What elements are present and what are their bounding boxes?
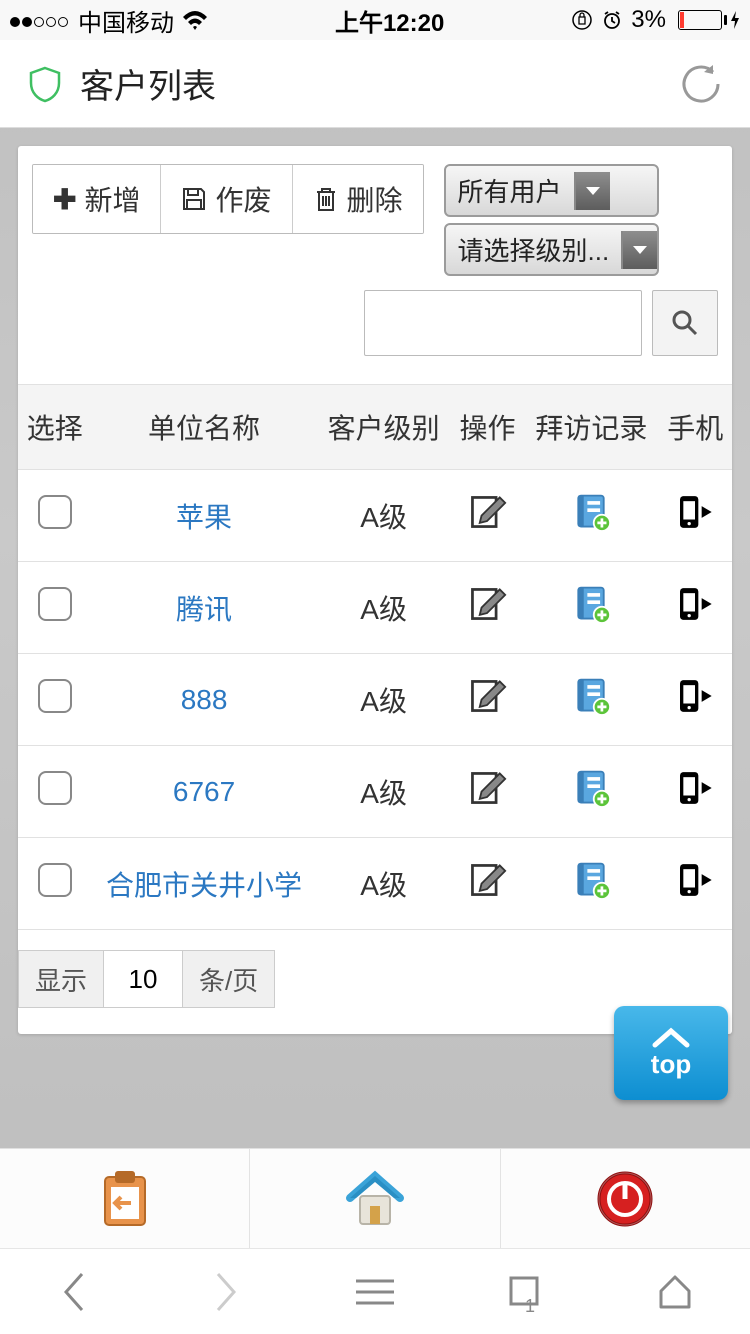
app-bottom-toolbar: [0, 1148, 750, 1248]
add-label: 新增: [84, 179, 140, 219]
phone-icon[interactable]: [675, 507, 715, 538]
edit-icon[interactable]: [467, 691, 507, 722]
shield-icon: [26, 65, 64, 103]
plus-icon: ✚: [53, 183, 76, 216]
clipboard-button[interactable]: [0, 1149, 250, 1248]
discard-button[interactable]: 作废: [161, 165, 292, 233]
nav-tabs-button[interactable]: 1: [450, 1249, 600, 1334]
row-checkbox[interactable]: [38, 495, 72, 529]
table-row: 合肥市关井小学 A级: [18, 838, 732, 930]
home-button[interactable]: [250, 1149, 500, 1248]
table-row: 6767 A级: [18, 746, 732, 838]
carrier-label: 中国移动: [78, 3, 174, 38]
power-icon: [596, 1170, 654, 1228]
alarm-icon: [601, 9, 623, 31]
edit-icon[interactable]: [467, 783, 507, 814]
nav-forward-button[interactable]: [150, 1249, 300, 1334]
nav-menu-button[interactable]: [300, 1249, 450, 1334]
ios-status-bar: 中国移动 上午12:20 3%: [0, 0, 750, 40]
row-checkbox[interactable]: [38, 771, 72, 805]
signal-dots-icon: [10, 6, 70, 34]
pager-show-label: 显示: [18, 950, 104, 1008]
row-checkbox[interactable]: [38, 863, 72, 897]
company-link[interactable]: 苹果: [176, 502, 232, 533]
phone-icon[interactable]: [675, 875, 715, 906]
search-input[interactable]: [364, 290, 642, 356]
power-button[interactable]: [501, 1149, 750, 1248]
col-phone[interactable]: 手机: [658, 385, 732, 470]
pager-unit-label: 条/页: [182, 950, 275, 1008]
discard-label: 作废: [215, 179, 271, 219]
refresh-icon[interactable]: [678, 61, 724, 107]
company-link[interactable]: 6767: [173, 776, 235, 807]
level-filter-label: 请选择级别...: [446, 225, 622, 274]
add-button[interactable]: ✚ 新增: [33, 165, 161, 233]
level-filter-dropdown[interactable]: 请选择级别...: [444, 223, 660, 276]
page-title: 客户列表: [80, 59, 216, 108]
user-filter-dropdown[interactable]: 所有用户: [444, 164, 660, 217]
clock: 上午12:20: [335, 3, 444, 38]
nav-back-button[interactable]: [0, 1249, 150, 1334]
company-link[interactable]: 888: [181, 684, 228, 715]
search-button[interactable]: [652, 290, 718, 356]
col-company[interactable]: 单位名称: [92, 385, 317, 470]
level-cell: A级: [317, 562, 451, 654]
chevron-down-icon: [621, 231, 657, 269]
user-filter-label: 所有用户: [446, 166, 574, 215]
level-cell: A级: [317, 470, 451, 562]
level-cell: A级: [317, 838, 451, 930]
chevron-up-icon: [651, 1027, 691, 1049]
visit-record-icon[interactable]: [571, 875, 611, 906]
nav-home-button[interactable]: [600, 1249, 750, 1334]
visit-record-icon[interactable]: [571, 691, 611, 722]
visit-record-icon[interactable]: [571, 599, 611, 630]
col-select[interactable]: 选择: [18, 385, 92, 470]
edit-icon[interactable]: [467, 599, 507, 630]
table-row: 腾讯 A级: [18, 562, 732, 654]
col-action[interactable]: 操作: [451, 385, 525, 470]
pager: 显示 条/页: [18, 950, 718, 1008]
delete-label: 删除: [347, 179, 403, 219]
app-header: 客户列表: [0, 40, 750, 128]
level-cell: A级: [317, 746, 451, 838]
trash-icon: [313, 185, 339, 213]
edit-icon[interactable]: [467, 875, 507, 906]
battery-icon: [674, 10, 740, 30]
col-visit[interactable]: 拜访记录: [524, 385, 658, 470]
save-icon: [181, 186, 207, 212]
company-link[interactable]: 合肥市关井小学: [106, 870, 302, 901]
edit-icon[interactable]: [467, 507, 507, 538]
pager-per-page-input[interactable]: [104, 950, 182, 1008]
clipboard-back-icon: [97, 1167, 153, 1231]
search-icon: [670, 308, 700, 338]
top-label: top: [651, 1049, 691, 1080]
home-icon: [340, 1168, 410, 1230]
orientation-lock-icon: [571, 9, 593, 31]
action-button-group: ✚ 新增 作废 删除: [32, 164, 424, 234]
main-panel: ✚ 新增 作废 删除 所有用户: [18, 146, 732, 1034]
scroll-to-top-button[interactable]: top: [614, 1006, 728, 1100]
delete-button[interactable]: 删除: [293, 165, 423, 233]
col-level[interactable]: 客户级别: [317, 385, 451, 470]
wifi-icon: [182, 10, 208, 30]
chevron-down-icon: [574, 172, 610, 210]
visit-record-icon[interactable]: [571, 507, 611, 538]
company-link[interactable]: 腾讯: [176, 594, 232, 625]
svg-text:1: 1: [525, 1296, 535, 1312]
battery-pct: 3%: [631, 6, 666, 34]
row-checkbox[interactable]: [38, 587, 72, 621]
customer-table: 选择 单位名称 客户级别 操作 拜访记录 手机 苹果A级腾讯A级888A级676…: [18, 384, 732, 930]
table-row: 苹果 A级: [18, 470, 732, 562]
phone-icon[interactable]: [675, 783, 715, 814]
phone-icon[interactable]: [675, 691, 715, 722]
phone-icon[interactable]: [675, 599, 715, 630]
row-checkbox[interactable]: [38, 679, 72, 713]
table-row: 888 A级: [18, 654, 732, 746]
browser-nav-bar: 1: [0, 1248, 750, 1334]
level-cell: A级: [317, 654, 451, 746]
visit-record-icon[interactable]: [571, 783, 611, 814]
